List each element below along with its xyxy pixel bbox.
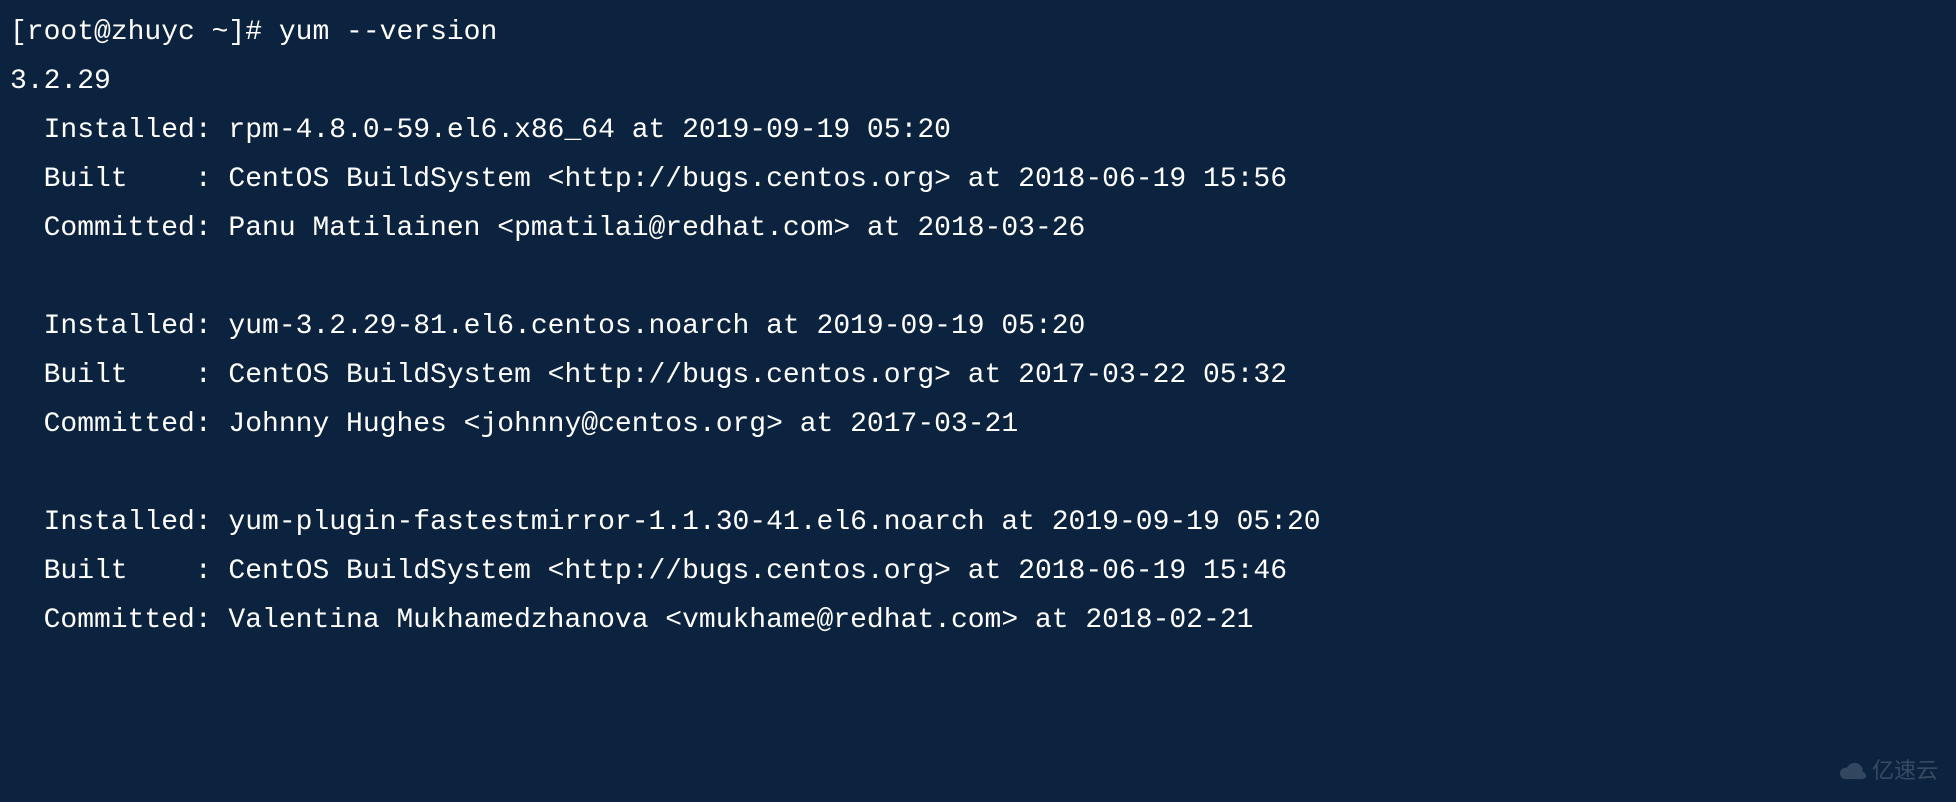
cloud-icon <box>1840 762 1866 780</box>
pkg-installed: Installed: yum-3.2.29-81.el6.centos.noar… <box>10 302 1946 351</box>
shell-prompt: [root@zhuyc ~]# <box>10 17 279 48</box>
watermark: 亿速云 <box>1840 752 1938 791</box>
pkg-installed: Installed: rpm-4.8.0-59.el6.x86_64 at 20… <box>10 106 1946 155</box>
pkg-installed: Installed: yum-plugin-fastestmirror-1.1.… <box>10 498 1946 547</box>
blank-line <box>10 253 1946 302</box>
prompt-line: [root@zhuyc ~]# yum --version <box>10 8 1946 57</box>
pkg-built: Built : CentOS BuildSystem <http://bugs.… <box>10 351 1946 400</box>
pkg-built: Built : CentOS BuildSystem <http://bugs.… <box>10 155 1946 204</box>
blank-line <box>10 449 1946 498</box>
pkg-committed: Committed: Johnny Hughes <johnny@centos.… <box>10 400 1946 449</box>
pkg-built: Built : CentOS BuildSystem <http://bugs.… <box>10 547 1946 596</box>
pkg-committed: Committed: Panu Matilainen <pmatilai@red… <box>10 204 1946 253</box>
pkg-committed: Committed: Valentina Mukhamedzhanova <vm… <box>10 596 1946 645</box>
version-line: 3.2.29 <box>10 57 1946 106</box>
terminal-output[interactable]: [root@zhuyc ~]# yum --version 3.2.29 Ins… <box>10 8 1946 645</box>
watermark-text: 亿速云 <box>1872 752 1938 791</box>
command-text: yum --version <box>279 17 497 48</box>
